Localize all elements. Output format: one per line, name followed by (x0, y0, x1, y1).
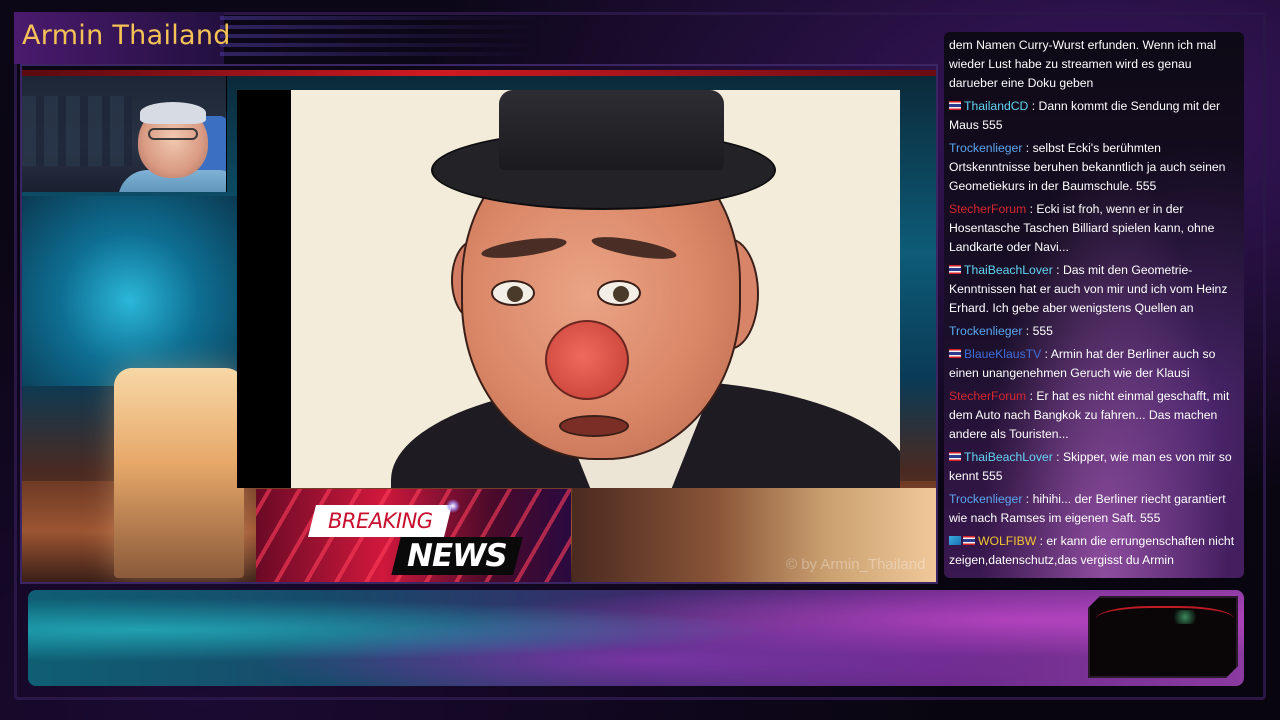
cartoon-mouth (559, 415, 629, 437)
title-stripes (220, 16, 540, 60)
chat-message: ThailandCD : Dann kommt die Sendung mit … (949, 97, 1240, 135)
room-camera-feed (1088, 596, 1238, 678)
chat-separator: : (1026, 389, 1037, 403)
chat-panel: dem Namen Curry-Wurst erfunden. Wenn ich… (944, 32, 1244, 578)
chat-message: ThaiBeachLover : Das mit den Geometrie-K… (949, 261, 1240, 318)
chat-username[interactable]: StecherForum (949, 202, 1026, 216)
news-text: NEWS (407, 538, 507, 574)
chat-separator: : (1028, 99, 1039, 113)
news-label: NEWS (391, 537, 523, 575)
cartoon-canvas (291, 90, 900, 488)
breaking-label: BREAKING (308, 505, 452, 537)
chat-message: dem Namen Curry-Wurst erfunden. Wenn ich… (949, 36, 1240, 93)
chat-username[interactable]: WOLFIBW (978, 534, 1036, 548)
thai-flag-icon (949, 452, 961, 461)
chat-username[interactable]: BlaueKlausTV (964, 347, 1041, 361)
chat-message: Trockenlieger : 555 (949, 322, 1240, 341)
bottom-ticker-bar (28, 590, 1244, 686)
chat-username[interactable]: StecherForum (949, 389, 1026, 403)
thai-flag-icon (949, 349, 961, 358)
chat-text: dem Namen Curry-Wurst erfunden. Wenn ich… (949, 38, 1217, 90)
cartoon-eye-right (597, 280, 641, 306)
chat-separator: : (1052, 450, 1063, 464)
chat-message: ThaiBeachLover : Skipper, wie man es von… (949, 448, 1240, 486)
chat-text: 555 (1032, 324, 1053, 338)
chat-message: WOLFIBW : er kann die errungenschaften n… (949, 532, 1240, 570)
webcam-shelf (22, 96, 132, 166)
breaking-news-banner: BREAKING NEWS (256, 489, 571, 582)
webcam-feed (22, 76, 227, 192)
chat-username[interactable]: ThaiBeachLover (964, 450, 1053, 464)
chat-message: StecherForum : Er hat es nicht einmal ge… (949, 387, 1240, 444)
breaking-text: BREAKING (327, 509, 433, 533)
watermark: © by Armin_Thailand (786, 556, 926, 573)
chat-username[interactable]: Trockenlieger (949, 141, 1022, 155)
stream-overlay: Armin Thailand BREAKING NEWS © by Armin_… (0, 0, 1280, 720)
lens-flare-icon (446, 499, 460, 513)
channel-title: Armin Thailand (22, 20, 231, 51)
chat-separator: : (1041, 347, 1051, 361)
thai-flag-icon (949, 101, 961, 110)
cartoon-hat-crown (499, 90, 724, 170)
chat-separator: : (1026, 202, 1037, 216)
chat-message: StecherForum : Ecki ist froh, wenn er in… (949, 200, 1240, 257)
chat-username[interactable]: ThailandCD (964, 99, 1028, 113)
chat-username[interactable]: Trockenlieger (949, 492, 1022, 506)
chat-message: Trockenlieger : hihihi... der Berliner r… (949, 490, 1240, 528)
cartoon-eye-left (491, 280, 535, 306)
chat-separator: : (1022, 141, 1033, 155)
thai-flag-icon (949, 265, 961, 274)
thai-flag-icon (963, 536, 975, 545)
chat-username[interactable]: ThaiBeachLover (964, 263, 1053, 277)
webcam-person-hair (140, 102, 206, 124)
chat-separator: : (1022, 492, 1033, 506)
cartoon-nose (545, 320, 629, 400)
badge-icon (949, 536, 961, 545)
chat-separator: : (1036, 534, 1047, 548)
cartoon-portrait (237, 90, 900, 488)
chat-username[interactable]: Trockenlieger (949, 324, 1022, 338)
chat-list: dem Namen Curry-Wurst erfunden. Wenn ich… (944, 36, 1244, 574)
chat-message: Trockenlieger : selbst Ecki's berühmten … (949, 139, 1240, 196)
chat-message: BlaueKlausTV : Armin hat der Berliner au… (949, 345, 1240, 383)
webcam-person-glasses (148, 128, 198, 140)
chat-separator: : (1022, 324, 1033, 338)
chat-separator: : (1052, 263, 1063, 277)
